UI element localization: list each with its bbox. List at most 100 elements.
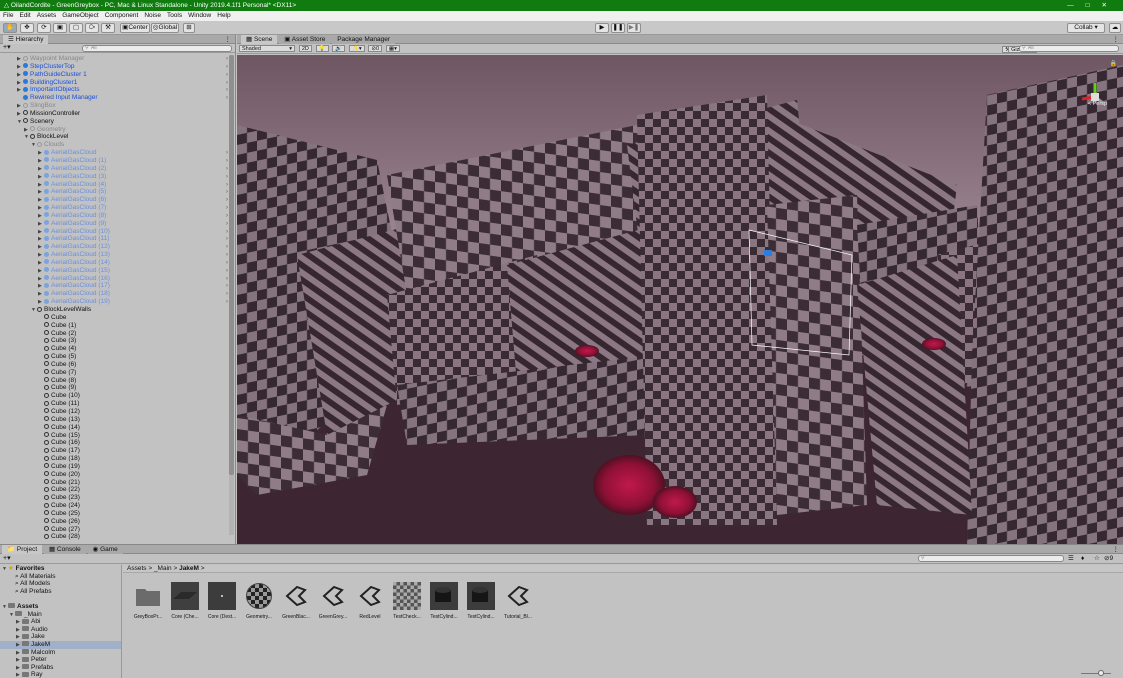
open-prefab-chevron-icon[interactable]: › [226, 165, 228, 173]
project-tree-item[interactable]: ▶ Abi [0, 618, 121, 626]
hierarchy-row[interactable]: ▶ ImportantObjects › [0, 86, 235, 94]
menu-item-file[interactable]: File [0, 12, 16, 19]
project-menu-icon[interactable]: ⋮ [1113, 545, 1120, 554]
hierarchy-row[interactable]: Cube (20) [0, 471, 235, 479]
hierarchy-row[interactable]: Cube (25) [0, 510, 235, 518]
hierarchy-row[interactable]: ▶ AerialGasCloud (2) › [0, 165, 235, 173]
open-prefab-chevron-icon[interactable]: › [226, 298, 228, 306]
scene-render[interactable] [237, 55, 1123, 544]
menu-item-noise[interactable]: Noise [141, 12, 164, 19]
open-prefab-chevron-icon[interactable]: › [226, 157, 228, 165]
hierarchy-row[interactable]: ▶ AerialGasCloud (4) › [0, 181, 235, 189]
hierarchy-row[interactable]: Cube (21) [0, 479, 235, 487]
panel-menu-icon[interactable]: ⋮ [225, 35, 232, 44]
asset-item[interactable]: GreenGrey... [315, 581, 351, 620]
play-button[interactable]: ▶ [595, 23, 609, 33]
scene-menu-icon[interactable]: ⋮ [1113, 35, 1120, 44]
open-prefab-chevron-icon[interactable]: › [226, 282, 228, 290]
open-prefab-chevron-icon[interactable]: › [226, 71, 228, 79]
hierarchy-row[interactable]: ▶ AerialGasCloud (10) › [0, 228, 235, 236]
hidden-objects-button[interactable]: ⊘0 [368, 45, 383, 52]
hierarchy-row[interactable]: ▶ AerialGasCloud (7) › [0, 204, 235, 212]
breadcrumb-item[interactable]: Assets [127, 565, 147, 572]
asset-item[interactable]: Tutorial_Bl... [500, 581, 536, 620]
project-tree-item[interactable]: ▶ Audio [0, 626, 121, 634]
hierarchy-search-input[interactable]: ⚲ All [82, 45, 232, 52]
slider-handle[interactable] [1098, 670, 1104, 676]
create-plus-icon[interactable]: +▾ [3, 44, 11, 52]
asset-item[interactable]: TestCheck... [389, 581, 425, 620]
scrollbar-thumb[interactable] [229, 55, 234, 475]
hierarchy-row[interactable]: ▶ MissionController [0, 110, 235, 118]
hierarchy-row[interactable]: ▶ BuildingCluster1 › [0, 79, 235, 87]
tab-hierarchy[interactable]: ☰ Hierarchy [3, 35, 49, 44]
rect-tool-icon[interactable]: ▢ [69, 23, 83, 33]
hierarchy-row[interactable]: ▶ AerialGasCloud (5) › [0, 188, 235, 196]
collab-button[interactable]: Collab ▾ [1067, 23, 1105, 33]
hierarchy-row[interactable]: ▶ AerialGasCloud (15) › [0, 267, 235, 275]
hierarchy-row[interactable]: Cube [0, 314, 235, 322]
hierarchy-row[interactable]: Cube (26) [0, 518, 235, 526]
snap-increment-icon[interactable]: ⊞ [183, 23, 195, 33]
perspective-label[interactable]: < Persp [1088, 101, 1107, 107]
open-prefab-chevron-icon[interactable]: › [226, 94, 228, 102]
menu-item-assets[interactable]: Assets [34, 12, 60, 19]
hierarchy-row[interactable]: Cube (2) [0, 330, 235, 338]
open-prefab-chevron-icon[interactable]: › [226, 259, 228, 267]
tab-scene[interactable]: ▦ Scene [241, 35, 278, 44]
project-tree-item[interactable]: ▶ Prefabs [0, 664, 121, 672]
open-prefab-chevron-icon[interactable]: › [226, 290, 228, 298]
project-tree-item[interactable]: ⌕ All Models [0, 580, 121, 588]
open-prefab-chevron-icon[interactable]: › [226, 173, 228, 181]
scale-tool-icon[interactable]: ▣ [53, 23, 67, 33]
asset-item[interactable]: Core (Che... [167, 581, 203, 620]
open-prefab-chevron-icon[interactable]: › [226, 204, 228, 212]
draw-mode-dropdown[interactable]: Shaded ▾ [239, 45, 295, 52]
filter-by-type-icon[interactable]: ☰ [1068, 554, 1074, 563]
open-prefab-chevron-icon[interactable]: › [226, 149, 228, 157]
hierarchy-row[interactable]: ▶ SlingBox [0, 102, 235, 110]
scene-search-input[interactable]: ⚲ All [1019, 45, 1119, 52]
project-tree-item[interactable]: ▼★ Favorites [0, 565, 121, 573]
create-asset-plus-icon[interactable]: +▾ [3, 554, 11, 563]
hierarchy-row[interactable]: Cube (13) [0, 416, 235, 424]
menu-item-help[interactable]: Help [214, 12, 233, 19]
hierarchy-row[interactable]: Cube (4) [0, 345, 235, 353]
asset-item[interactable]: TestCylind... [426, 581, 462, 620]
menu-item-window[interactable]: Window [185, 12, 214, 19]
hierarchy-row[interactable]: Cube (27) [0, 526, 235, 534]
hierarchy-row[interactable]: Cube (18) [0, 455, 235, 463]
hierarchy-row[interactable]: Cube (1) [0, 322, 235, 330]
hand-tool-icon[interactable]: ✋ [3, 23, 17, 33]
lock-icon[interactable]: 🔒 [1110, 60, 1117, 67]
hierarchy-row[interactable]: Cube (17) [0, 447, 235, 455]
effects-dropdown-icon[interactable]: ✨▾ [349, 45, 365, 52]
pivot-center-button[interactable]: ▣Center [120, 23, 150, 33]
hierarchy-row[interactable]: Cube (16) [0, 439, 235, 447]
transform-tool-icon[interactable]: ⧂ [85, 23, 99, 33]
hierarchy-row[interactable]: ▶ AerialGasCloud (8) › [0, 212, 235, 220]
hierarchy-row[interactable]: ▶ AerialGasCloud (1) › [0, 157, 235, 165]
scene-viewport[interactable]: < Persp 🔒 [237, 55, 1123, 544]
project-tree-item[interactable]: ▶ Malcolm [0, 649, 121, 657]
tab-game[interactable]: ◉ Game [87, 545, 123, 554]
project-tree-item[interactable]: ▶ JakeM [0, 640, 121, 649]
hierarchy-row[interactable]: ▶ AerialGasCloud (14) › [0, 259, 235, 267]
filter-by-label-icon[interactable]: ♦ [1081, 554, 1084, 563]
tab-project[interactable]: 📁 Project [2, 545, 43, 554]
project-tree-item[interactable]: ▶ Jake [0, 633, 121, 641]
hierarchy-row[interactable]: ▶ StepClusterTop › [0, 63, 235, 71]
hierarchy-row[interactable]: ▶ AerialGasCloud (16) › [0, 275, 235, 283]
project-tree-item[interactable]: ⌕ All Materials [0, 573, 121, 581]
open-prefab-chevron-icon[interactable]: › [226, 243, 228, 251]
hierarchy-row[interactable]: Cube (12) [0, 408, 235, 416]
hierarchy-row[interactable]: Cube (9) [0, 384, 235, 392]
tab-package-manager[interactable]: Package Manager [332, 35, 395, 44]
hierarchy-row[interactable]: Cube (3) [0, 337, 235, 345]
lighting-toggle-icon[interactable]: 💡 [315, 45, 329, 52]
open-prefab-chevron-icon[interactable]: › [226, 228, 228, 236]
maximize-icon[interactable]: □ [1086, 2, 1102, 9]
hierarchy-row[interactable]: ▼ Clouds [0, 141, 235, 149]
hierarchy-row[interactable]: Cube (11) [0, 400, 235, 408]
hierarchy-row[interactable]: ▼ Scenery [0, 118, 235, 126]
